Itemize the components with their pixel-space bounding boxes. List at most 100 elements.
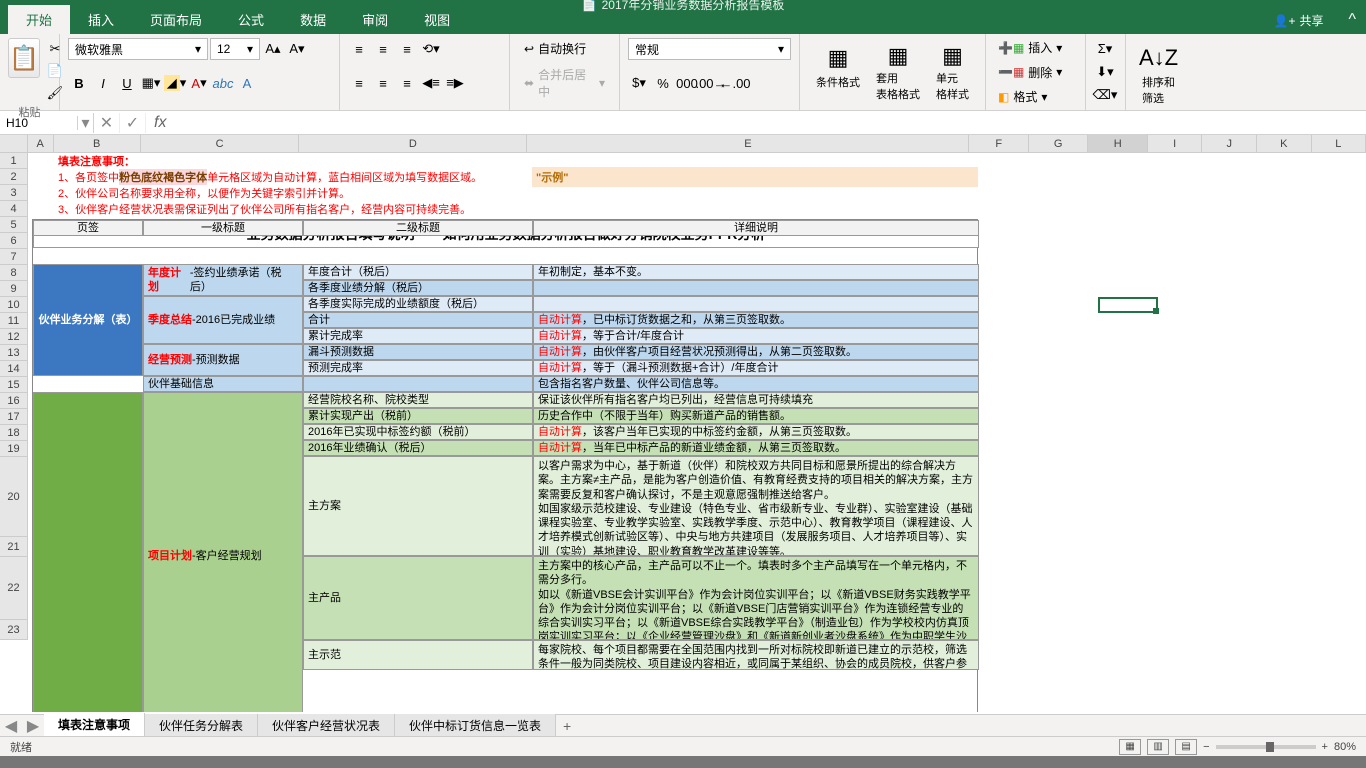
row-header-1[interactable]: 1 (0, 153, 28, 169)
name-box[interactable]: H10 (0, 116, 78, 130)
col-header-D[interactable]: D (299, 135, 527, 152)
increase-font[interactable]: A▴ (262, 38, 284, 60)
collapse-ribbon[interactable]: ^ (1338, 6, 1366, 34)
row-header-7[interactable]: 7 (0, 249, 28, 265)
row-header-17[interactable]: 17 (0, 409, 28, 425)
number-format-dropdown[interactable]: 常规▾ (628, 38, 791, 60)
cancel-formula[interactable]: ✕ (94, 113, 120, 133)
font-size-dropdown[interactable]: 12▾ (210, 38, 260, 60)
cells-insert[interactable]: ➕▦插入▾ (994, 38, 1077, 57)
tab-review[interactable]: 审阅 (344, 5, 406, 34)
sheet-nav-prev[interactable]: ◀ (0, 715, 22, 737)
fill-down[interactable]: ⬇▾ (1094, 61, 1116, 83)
share-button[interactable]: 👤+共享 (1259, 7, 1339, 34)
sheet-tab-1[interactable]: 伙伴任务分解表 (145, 714, 258, 737)
phonetic-a[interactable]: abc (212, 72, 234, 94)
view-normal[interactable]: ▦ (1119, 739, 1141, 755)
font-family-dropdown[interactable]: 微软雅黑▾ (68, 38, 208, 60)
align-center[interactable]: ≡ (372, 72, 394, 94)
col-header-L[interactable]: L (1312, 135, 1366, 152)
align-bottom[interactable]: ≡ (396, 38, 418, 60)
orientation[interactable]: ⟲▾ (420, 38, 442, 60)
align-middle[interactable]: ≡ (372, 38, 394, 60)
col-header-G[interactable]: G (1029, 135, 1088, 152)
percent-fmt[interactable]: % (652, 72, 674, 94)
sheet-tab-0[interactable]: 填表注意事项 (44, 713, 145, 738)
name-box-dropdown[interactable]: ▾ (78, 113, 94, 133)
phonetic-b[interactable]: A (236, 72, 258, 94)
autosum[interactable]: Σ▾ (1094, 38, 1116, 60)
clear[interactable]: ⌫▾ (1094, 84, 1116, 106)
italic-button[interactable]: I (92, 72, 114, 94)
row-header-10[interactable]: 10 (0, 297, 28, 313)
grid[interactable]: ABCDEFGHIJKL 123456789101112131415161718… (0, 135, 1366, 712)
row-header-18[interactable]: 18 (0, 425, 28, 441)
row-header-2[interactable]: 2 (0, 169, 28, 185)
col-header-B[interactable]: B (54, 135, 141, 152)
sort-filter[interactable]: A↓Z排序和 筛选 (1134, 38, 1183, 110)
currency-fmt[interactable]: $▾ (628, 72, 650, 94)
tab-formulas[interactable]: 公式 (220, 5, 282, 34)
select-all-corner[interactable] (0, 135, 28, 152)
increase-indent[interactable]: ≡▶ (444, 72, 466, 94)
border-button[interactable]: ▦▾ (140, 72, 162, 94)
underline-button[interactable]: U (116, 72, 138, 94)
tab-home[interactable]: 开始 (8, 5, 70, 34)
tab-view[interactable]: 视图 (406, 5, 468, 34)
zoom-slider[interactable] (1216, 745, 1316, 749)
zoom-out[interactable]: − (1203, 741, 1209, 753)
tab-insert[interactable]: 插入 (70, 5, 132, 34)
decrease-indent[interactable]: ◀≡ (420, 72, 442, 94)
row-header-6[interactable]: 6 (0, 233, 28, 249)
row-header-21[interactable]: 21 (0, 537, 28, 557)
bold-button[interactable]: B (68, 72, 90, 94)
sheet-tab-3[interactable]: 伙伴中标订货信息一览表 (395, 714, 556, 737)
row-header-11[interactable]: 11 (0, 313, 28, 329)
cell-styles[interactable]: ▦单元 格样式 (928, 38, 977, 106)
row-header-15[interactable]: 15 (0, 377, 28, 393)
font-color[interactable]: A▾ (188, 72, 210, 94)
col-header-K[interactable]: K (1257, 135, 1312, 152)
row-header-12[interactable]: 12 (0, 329, 28, 345)
col-header-F[interactable]: F (969, 135, 1028, 152)
fx-label[interactable]: fx (146, 114, 174, 132)
row-header-3[interactable]: 3 (0, 185, 28, 201)
col-header-C[interactable]: C (141, 135, 300, 152)
row-header-22[interactable]: 22 (0, 557, 28, 620)
confirm-formula[interactable]: ✓ (120, 113, 146, 133)
align-left[interactable]: ≡ (348, 72, 370, 94)
col-header-J[interactable]: J (1202, 135, 1257, 152)
row-header-20[interactable]: 20 (0, 457, 28, 537)
paste-button[interactable] (8, 38, 40, 78)
sheet-tab-2[interactable]: 伙伴客户经营状况表 (258, 714, 395, 737)
macos-dock[interactable] (0, 756, 1366, 768)
merge-center[interactable]: ⬌合并后居中▾ (518, 64, 611, 102)
align-right[interactable]: ≡ (396, 72, 418, 94)
fill-color[interactable]: ◢▾ (164, 72, 186, 94)
sheet-nav-next[interactable]: ▶ (22, 715, 44, 737)
view-page-layout[interactable]: ▥ (1147, 739, 1169, 755)
row-header-14[interactable]: 14 (0, 361, 28, 377)
col-header-H[interactable]: H (1088, 135, 1147, 152)
decrease-decimal[interactable]: ←.00 (724, 72, 746, 94)
row-header-4[interactable]: 4 (0, 201, 28, 217)
row-header-19[interactable]: 19 (0, 441, 28, 457)
zoom-in[interactable]: + (1322, 741, 1328, 753)
row-header-13[interactable]: 13 (0, 345, 28, 361)
decrease-font[interactable]: A▾ (286, 38, 308, 60)
align-top[interactable]: ≡ (348, 38, 370, 60)
wrap-text[interactable]: ↩自动换行 (518, 38, 611, 59)
add-sheet-button[interactable]: + (556, 718, 578, 734)
cells-format[interactable]: ◧格式▾ (994, 87, 1077, 106)
view-page-break[interactable]: ▤ (1175, 739, 1197, 755)
row-header-9[interactable]: 9 (0, 281, 28, 297)
row-header-23[interactable]: 23 (0, 620, 28, 640)
cells-delete[interactable]: ➖▦删除▾ (994, 63, 1077, 82)
tab-page-layout[interactable]: 页面布局 (132, 5, 220, 34)
row-header-8[interactable]: 8 (0, 265, 28, 281)
col-header-I[interactable]: I (1148, 135, 1203, 152)
format-as-table[interactable]: ▦套用 表格格式 (868, 38, 928, 106)
row-header-16[interactable]: 16 (0, 393, 28, 409)
conditional-format[interactable]: ▦条件格式 (808, 38, 868, 106)
row-header-5[interactable]: 5 (0, 217, 28, 233)
